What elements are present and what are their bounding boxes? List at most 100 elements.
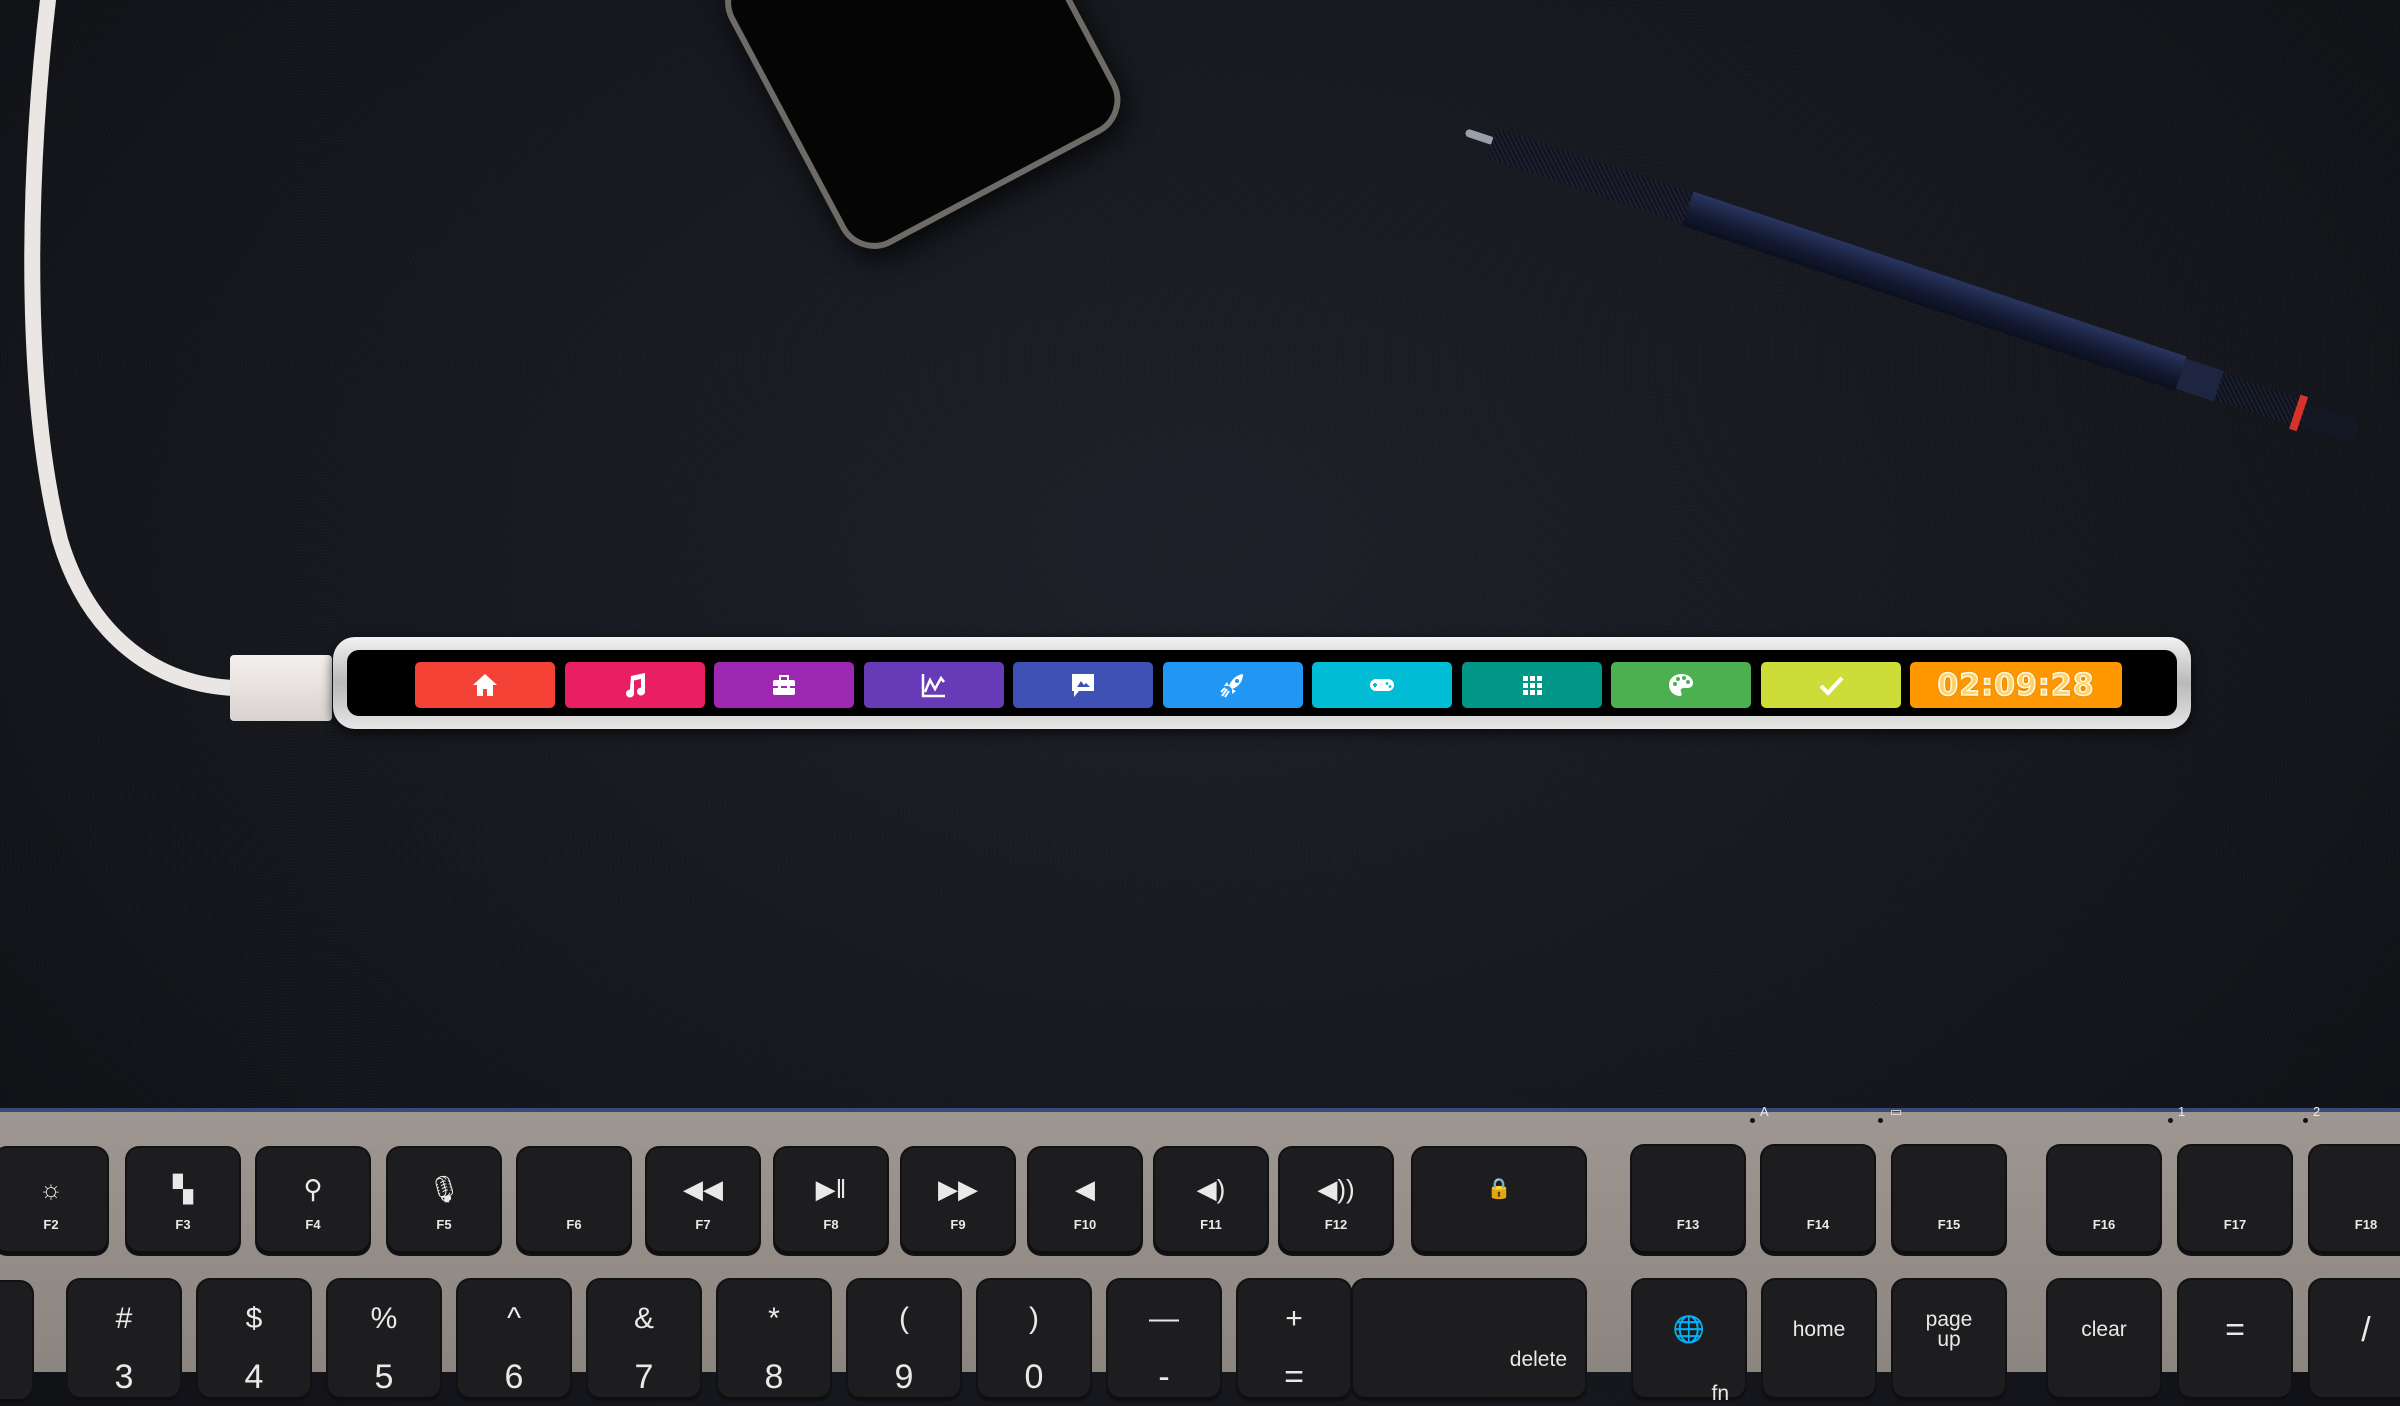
- touchbar-button-chart[interactable]: [863, 662, 1004, 708]
- key-label: F18: [2354, 1217, 2378, 1232]
- key-f15[interactable]: F15: [1893, 1146, 2005, 1254]
- mission-control-icon: ▚: [173, 1174, 193, 1204]
- key-page-up[interactable]: page up: [1893, 1280, 2005, 1400]
- key-9[interactable]: (9: [848, 1280, 960, 1400]
- key-f17[interactable]: F17: [2179, 1146, 2291, 1254]
- pen-barrel: [1682, 191, 2187, 391]
- key-f11[interactable]: ◀) F11: [1155, 1148, 1267, 1254]
- key-label: F17: [2223, 1217, 2247, 1232]
- touchbar-button-image-message[interactable]: [1013, 662, 1153, 708]
- lock-icon: 🔒: [1486, 1178, 1512, 1200]
- key-fn[interactable]: 🌐 fn: [1633, 1280, 1745, 1405]
- led-dot: [2303, 1118, 2308, 1123]
- line-chart-icon: [921, 674, 945, 698]
- key-label: =: [2225, 1311, 2245, 1349]
- key-f9[interactable]: ▶▶ F9: [902, 1148, 1014, 1254]
- mute-icon: ◀: [1075, 1174, 1095, 1204]
- key-=[interactable]: + =: [1238, 1280, 1350, 1400]
- checkmark-icon: [1819, 676, 1843, 696]
- key-f13[interactable]: F13: [1632, 1146, 1744, 1254]
- key-7[interactable]: & 7: [588, 1280, 700, 1400]
- key-symbol: 3: [114, 1358, 134, 1396]
- key-label: fn: [1711, 1382, 1729, 1405]
- key-shift-symbol: +: [1285, 1302, 1303, 1335]
- key-label: F5: [436, 1217, 452, 1232]
- key-f8[interactable]: ▶‖ F8: [775, 1148, 887, 1254]
- key-symbol: 5: [374, 1358, 394, 1396]
- touchbar-timer[interactable]: 02:09:28: [1910, 662, 2122, 708]
- key-label: F16: [2092, 1217, 2116, 1232]
- key-shift-symbol: ^: [506, 1302, 522, 1335]
- key-3[interactable]: #3: [68, 1280, 180, 1400]
- key-f12[interactable]: ◀)) F12: [1280, 1148, 1392, 1254]
- key-clear[interactable]: clear: [2048, 1280, 2160, 1400]
- key-shift-symbol: —: [1149, 1302, 1179, 1335]
- key-f14[interactable]: F14: [1762, 1146, 1874, 1254]
- key-label: F12: [1324, 1217, 1348, 1232]
- key-label: F6: [566, 1217, 582, 1232]
- key-symbol: 4: [244, 1358, 264, 1396]
- key-home[interactable]: home: [1763, 1280, 1875, 1400]
- volume-up-icon: ◀)): [1317, 1174, 1355, 1204]
- indicator-2: 2: [2313, 1104, 2321, 1119]
- key-f2[interactable]: ☼ F2: [0, 1148, 107, 1254]
- phone-body: [711, 0, 1134, 263]
- key-label: F8: [823, 1217, 839, 1232]
- key-2[interactable]: [0, 1282, 32, 1402]
- touchbar-button-apps[interactable]: [1461, 662, 1602, 708]
- key--[interactable]: — -: [1108, 1280, 1220, 1400]
- key-f16[interactable]: F16: [2048, 1146, 2160, 1254]
- touchbar-button-rocket[interactable]: [1162, 662, 1303, 708]
- touchbar-button-toolbox[interactable]: [714, 662, 854, 708]
- touchbar-button-check[interactable]: [1760, 662, 1901, 708]
- caps-lock-indicator: A: [1760, 1104, 1769, 1119]
- key-symbol: -: [1158, 1358, 1170, 1396]
- play-pause-icon: ▶‖: [815, 1174, 847, 1204]
- key-label: F2: [43, 1217, 59, 1232]
- key-f7[interactable]: ◀◀ F7: [647, 1148, 759, 1254]
- screen-indicator: ▭: [1890, 1104, 1903, 1119]
- key-label: F14: [1806, 1217, 1830, 1232]
- key-f4[interactable]: ⚲ F4: [257, 1148, 369, 1254]
- touchbar-screen: 02:09:28: [347, 650, 2177, 716]
- key-lock[interactable]: 🔒: [1413, 1148, 1585, 1254]
- led-dot: [1878, 1118, 1883, 1123]
- key-f10[interactable]: ◀ F10: [1029, 1148, 1141, 1254]
- music-note-icon: [625, 673, 645, 698]
- grid-apps-icon: [1522, 676, 1542, 695]
- gamepad-icon: [1370, 679, 1394, 691]
- key-label: F4: [305, 1217, 321, 1232]
- key-f6[interactable]: F6: [518, 1148, 630, 1254]
- microphone-icon: 🎙: [427, 1174, 461, 1204]
- key-label: delete: [1509, 1348, 1567, 1371]
- key-0[interactable]: ) 0: [978, 1280, 1090, 1400]
- key-symbol: =: [1284, 1358, 1304, 1396]
- key-f5[interactable]: 🎙 F5: [388, 1148, 500, 1254]
- touchbar-button-music[interactable]: [564, 662, 705, 708]
- key-shift-symbol: #: [115, 1302, 133, 1335]
- touchbar-button-gamepad[interactable]: [1312, 662, 1452, 708]
- home-icon: [473, 674, 497, 696]
- key-delete[interactable]: delete: [1353, 1280, 1585, 1400]
- key-label: /: [2361, 1311, 2371, 1349]
- rocket-icon: [1219, 674, 1243, 698]
- fast-forward-icon: ▶▶: [938, 1174, 978, 1204]
- key-shift-symbol: *: [768, 1302, 780, 1335]
- image-message-icon: [1072, 674, 1094, 697]
- key-slash[interactable]: /: [2310, 1280, 2400, 1400]
- key-4[interactable]: $4: [198, 1280, 310, 1400]
- globe-icon: 🌐: [1672, 1314, 1706, 1344]
- usb-touchbar-display: 02:09:28: [333, 637, 2191, 729]
- key-symbol: 7: [634, 1358, 654, 1396]
- brightness-icon: ☼: [39, 1174, 63, 1204]
- key-equals[interactable]: =: [2179, 1280, 2291, 1400]
- key-f3[interactable]: ▚ F3: [127, 1148, 239, 1254]
- key-6[interactable]: ^ 6: [458, 1280, 570, 1400]
- key-5[interactable]: % 5: [328, 1280, 440, 1400]
- key-f18[interactable]: F18: [2310, 1146, 2400, 1254]
- touchbar-button-home[interactable]: [415, 662, 555, 708]
- key-label: F9: [950, 1217, 966, 1232]
- pen-grip: [1486, 127, 1696, 225]
- touchbar-button-palette[interactable]: [1611, 662, 1751, 708]
- key-8[interactable]: * 8: [718, 1280, 830, 1400]
